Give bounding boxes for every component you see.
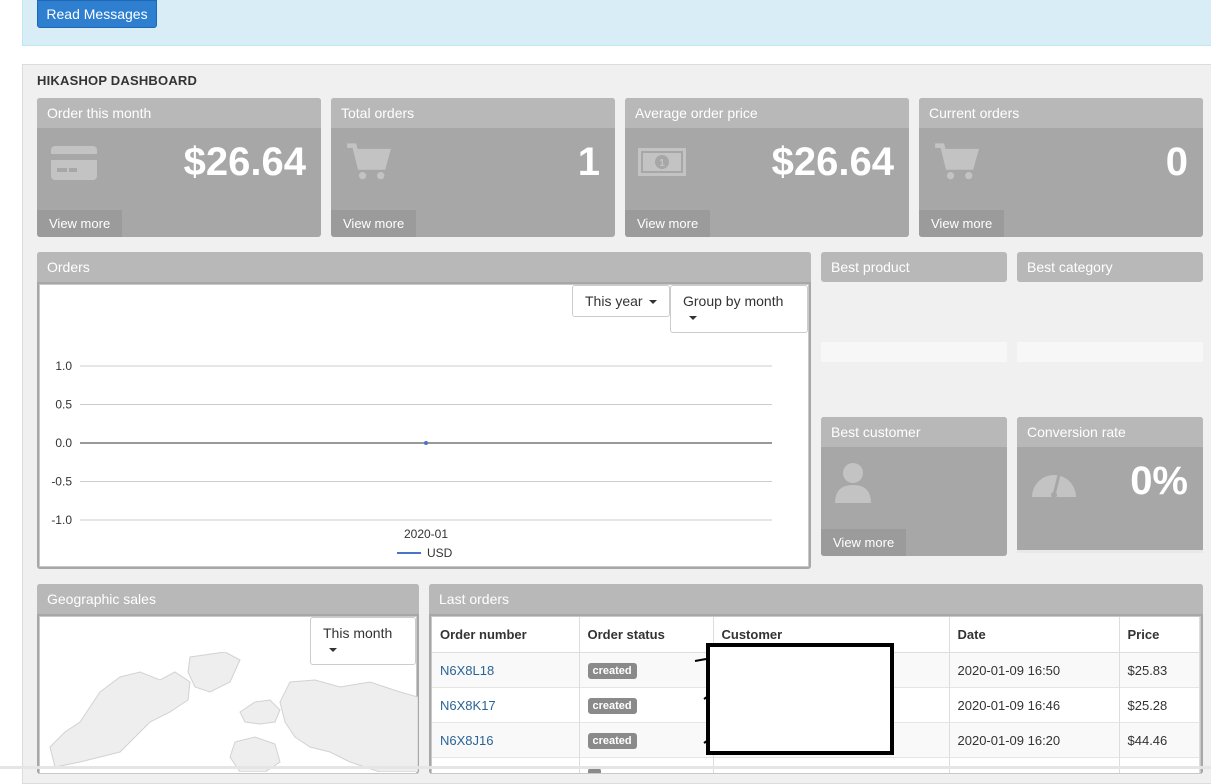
divider xyxy=(1017,550,1203,553)
data-point xyxy=(424,441,428,445)
cart-icon xyxy=(347,143,391,180)
orders-title: Orders xyxy=(37,252,811,282)
stat-card-total-orders: Total orders 1 View more xyxy=(331,98,615,237)
view-more-link[interactable]: View more xyxy=(37,210,123,237)
column-header-order-number[interactable]: Order number xyxy=(432,617,580,653)
world-map: This month xyxy=(39,616,418,774)
stat-value: $26.64 xyxy=(183,140,306,184)
message-bar xyxy=(22,0,1211,46)
redaction-marks xyxy=(694,658,708,744)
price-cell: $25.28 xyxy=(1119,687,1200,723)
geo-title: Geographic sales xyxy=(37,584,419,614)
best-product-body xyxy=(821,342,1007,362)
credit-card-icon xyxy=(51,146,97,180)
geo-select-label: This month xyxy=(323,625,393,641)
y-tick-label: -0.5 xyxy=(51,475,72,489)
world-map-svg xyxy=(49,652,418,772)
legend-label: USD xyxy=(427,546,453,560)
date-cell: 2020-01-09 16:46 xyxy=(949,687,1120,723)
y-tick-label: -1.0 xyxy=(51,513,72,527)
column-header-date[interactable]: Date xyxy=(949,617,1120,653)
stat-title: Order this month xyxy=(37,98,321,128)
status-badge: created xyxy=(587,697,637,714)
last-orders-title: Last orders xyxy=(429,584,1203,614)
user-icon xyxy=(835,463,871,503)
status-badge: created xyxy=(587,732,637,749)
view-more-link[interactable]: View more xyxy=(821,529,907,556)
line-chart: 1.0 0.5 0.0 -0.5 -1.0 2020-01 USD xyxy=(51,359,772,560)
conversion-value: 0% xyxy=(1130,459,1188,503)
stat-title: Current orders xyxy=(919,98,1203,128)
stat-title: Average order price xyxy=(625,98,909,128)
cart-icon xyxy=(935,143,979,180)
dashboard-title: HIKASHOP DASHBOARD xyxy=(37,73,198,88)
stat-card-order-month: Order this month $26.64 View more xyxy=(37,98,321,237)
stat-card-average-price: Average order price 1 $26.64 View more xyxy=(625,98,909,237)
order-number-link[interactable]: N6X8J16 xyxy=(440,733,493,748)
stat-card-current-orders: Current orders 0 View more xyxy=(919,98,1203,237)
best-category-panel: Best category xyxy=(1017,252,1203,282)
conversion-title: Conversion rate xyxy=(1017,417,1203,447)
date-cell: 2020-01-09 16:50 xyxy=(949,652,1120,688)
column-header-price[interactable]: Price xyxy=(1119,617,1200,653)
best-customer-panel: Best customer View more xyxy=(821,417,1007,556)
date-cell: 2020-01-09 16:20 xyxy=(949,722,1120,758)
stat-value: 1 xyxy=(577,140,600,184)
orders-panel: Orders This year Group by month 1.0 0.5 0.… xyxy=(37,252,811,569)
best-customer-title: Best customer xyxy=(821,417,1007,447)
best-category-title: Best category xyxy=(1017,252,1203,282)
svg-text:1: 1 xyxy=(659,158,665,169)
conversion-rate-panel: Conversion rate 0% xyxy=(1017,417,1203,553)
price-cell: $25.83 xyxy=(1119,652,1200,688)
best-product-panel: Best product xyxy=(821,252,1007,282)
y-tick-label: 0.5 xyxy=(55,398,72,412)
orders-chart: This year Group by month 1.0 0.5 0.0 -0.5 -1… xyxy=(39,284,809,567)
stat-title: Total orders xyxy=(331,98,615,128)
view-more-link[interactable]: View more xyxy=(625,210,711,237)
stat-value: $26.64 xyxy=(771,140,894,184)
geographic-sales-panel: Geographic sales This month xyxy=(37,584,419,774)
order-number-link[interactable]: N6X8K17 xyxy=(440,698,496,713)
order-number-link[interactable]: N6X8L18 xyxy=(440,663,494,678)
redaction-box xyxy=(706,643,894,755)
column-header-order-status[interactable]: Order status xyxy=(579,617,714,653)
price-cell: $44.46 xyxy=(1119,722,1200,758)
status-badge: created xyxy=(587,662,637,679)
view-more-link[interactable]: View more xyxy=(919,210,1005,237)
x-tick-label: 2020-01 xyxy=(404,527,448,541)
read-messages-button[interactable]: Read Messages xyxy=(37,0,157,28)
best-product-title: Best product xyxy=(821,252,1007,282)
gauge-icon xyxy=(1032,474,1076,498)
y-tick-label: 0.0 xyxy=(55,436,72,450)
best-category-body xyxy=(1017,342,1203,362)
stat-value: 0 xyxy=(1165,140,1188,184)
y-tick-label: 1.0 xyxy=(55,359,72,373)
view-more-link[interactable]: View more xyxy=(331,210,417,237)
money-icon: 1 xyxy=(638,148,686,176)
